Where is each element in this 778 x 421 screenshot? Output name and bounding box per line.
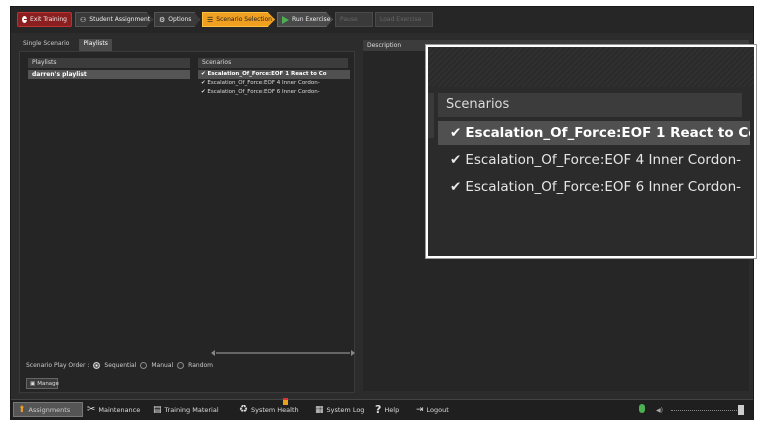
scenario-label: Escalation_Of_Force:EOF 6 Inner Cordon-: [207, 89, 320, 95]
bottom-bar: ⬆ Assignments ✂ Maintenance ▤ Training M…: [11, 398, 753, 420]
zoom-callout: Scenarios ✔ Escalation_Of_Force:EOF 1 Rea…: [426, 45, 756, 258]
play-icon: [282, 15, 289, 24]
check-icon: ✔: [450, 179, 462, 195]
manual-label: Manual: [151, 362, 174, 369]
pause-label: Pause: [340, 16, 358, 23]
radio-sequential[interactable]: [93, 362, 101, 369]
radio-random[interactable]: [177, 362, 185, 369]
help-label: Help: [384, 405, 400, 414]
assignments-button[interactable]: ⬆ Assignments: [13, 402, 83, 417]
zoom-scenario-label: Escalation_Of_Force:EOF 1 React to Co: [465, 125, 750, 141]
training-material-label: Training Material: [164, 405, 219, 414]
scenario-selection-button[interactable]: ☰ Scenario Selection: [202, 12, 275, 27]
zoom-scenarios-header: Scenarios: [438, 93, 742, 117]
sequential-label: Sequential: [104, 362, 137, 369]
zoom-left-strip: [428, 93, 434, 138]
check-icon: ✔: [450, 125, 462, 141]
help-icon: ?: [375, 403, 382, 416]
play-order-group: Scenario Play Order : Sequential Manual …: [26, 362, 213, 369]
help-button[interactable]: ? Help: [375, 402, 399, 417]
tools-icon: ✂: [87, 404, 96, 415]
logout-icon: ⇥: [416, 404, 424, 415]
options-label: Options: [168, 16, 192, 23]
manage-button[interactable]: ▣ Manage: [26, 378, 60, 389]
exit-training-button[interactable]: Exit Training: [17, 12, 72, 27]
run-exercise-button[interactable]: Run Exercise: [277, 12, 333, 27]
student-assignment-label: Student Assignment: [89, 16, 151, 23]
maintenance-button[interactable]: ✂ Maintenance: [87, 402, 140, 417]
pause-button[interactable]: Pause: [335, 12, 373, 27]
student-assignment-button[interactable]: ⚇ Student Assignment: [75, 12, 153, 27]
load-exercise-label: Load Exercise: [380, 16, 422, 23]
horizontal-scrollbar[interactable]: [211, 350, 355, 356]
microphone-icon[interactable]: [639, 404, 645, 413]
check-icon: ✔: [450, 152, 462, 168]
scenario-label: Escalation_Of_Force:EOF 1 React to Co: [207, 71, 327, 77]
scenario-item[interactable]: ✔ Escalation_Of_Force:EOF 1 React to Co: [198, 70, 350, 79]
zoom-scenario-label: Escalation_Of_Force:EOF 4 Inner Cordon-: [465, 152, 741, 168]
tab-playlists[interactable]: Playlists: [79, 39, 112, 51]
check-icon: ✔: [201, 71, 206, 77]
alert-flag-icon: [283, 398, 288, 405]
log-icon: ▦: [315, 404, 324, 415]
logout-button[interactable]: ⇥ Logout: [416, 402, 449, 417]
logout-label: Logout: [426, 405, 449, 414]
system-log-label: System Log: [326, 405, 365, 414]
gear-icon: ⚙: [159, 15, 166, 24]
scenario-selection-label: Scenario Selection: [216, 16, 272, 23]
scenario-item[interactable]: ✔ Escalation_Of_Force:EOF 6 Inner Cordon…: [198, 88, 350, 97]
radio-manual[interactable]: [140, 362, 148, 369]
volume-slider-handle[interactable]: [738, 405, 744, 415]
assignments-label: Assignments: [28, 405, 71, 414]
exit-icon: [22, 16, 28, 23]
list-icon: ☰: [207, 15, 214, 24]
pin-icon: ⬆: [18, 404, 26, 415]
zoom-scenario-item[interactable]: ✔ Escalation_Of_Force:EOF 1 React to Co: [438, 121, 750, 145]
training-material-button[interactable]: ▤ Training Material: [153, 402, 219, 417]
scenario-item[interactable]: ✔ Escalation_Of_Force:EOF 4 Inner Cordon…: [198, 79, 350, 88]
scenario-label: Escalation_Of_Force:EOF 4 Inner Cordon-: [207, 80, 320, 86]
maintenance-label: Maintenance: [98, 405, 141, 414]
volume-slider[interactable]: [671, 410, 743, 412]
playlist-item[interactable]: darren's playlist: [28, 70, 190, 79]
scenarios-header: Scenarios: [198, 58, 348, 68]
users-icon: ⚇: [80, 15, 87, 24]
system-health-button[interactable]: ♻ System Health: [239, 398, 299, 417]
zoom-scenario-item[interactable]: ✔ Escalation_Of_Force:EOF 6 Inner Cordon-: [438, 175, 750, 199]
playlists-header: Playlists: [28, 58, 190, 68]
manage-icon: ▣: [30, 380, 36, 387]
check-icon: ✔: [201, 80, 206, 86]
options-button[interactable]: ⚙ Options: [154, 12, 200, 27]
health-icon: ♻: [239, 404, 248, 415]
speaker-icon[interactable]: ◀): [656, 407, 663, 414]
play-order-label: Scenario Play Order :: [26, 362, 90, 369]
tab-single-scenario[interactable]: Single Scenario: [19, 39, 73, 51]
zoom-scenario-label: Escalation_Of_Force:EOF 6 Inner Cordon-: [465, 179, 741, 195]
run-exercise-label: Run Exercise: [292, 16, 331, 23]
manage-label: Manage: [37, 380, 60, 387]
random-label: Random: [188, 362, 214, 369]
book-icon: ▤: [153, 404, 162, 415]
zoom-scenario-item[interactable]: ✔ Escalation_Of_Force:EOF 4 Inner Cordon-: [438, 148, 750, 172]
system-log-button[interactable]: ▦ System Log: [315, 402, 364, 417]
system-health-label: System Health: [250, 405, 299, 414]
playlists-panel: Playlists Scenarios darren's playlist ✔ …: [19, 51, 355, 393]
exit-training-label: Exit Training: [30, 16, 67, 23]
top-toolbar: Exit Training ⚇ Student Assignment ⚙ Opt…: [11, 7, 753, 33]
zoom-description-area: [428, 47, 754, 87]
load-exercise-button[interactable]: Load Exercise: [375, 12, 433, 27]
check-icon: ✔: [201, 89, 206, 95]
scenario-tabs: Single Scenario Playlists: [19, 39, 112, 51]
